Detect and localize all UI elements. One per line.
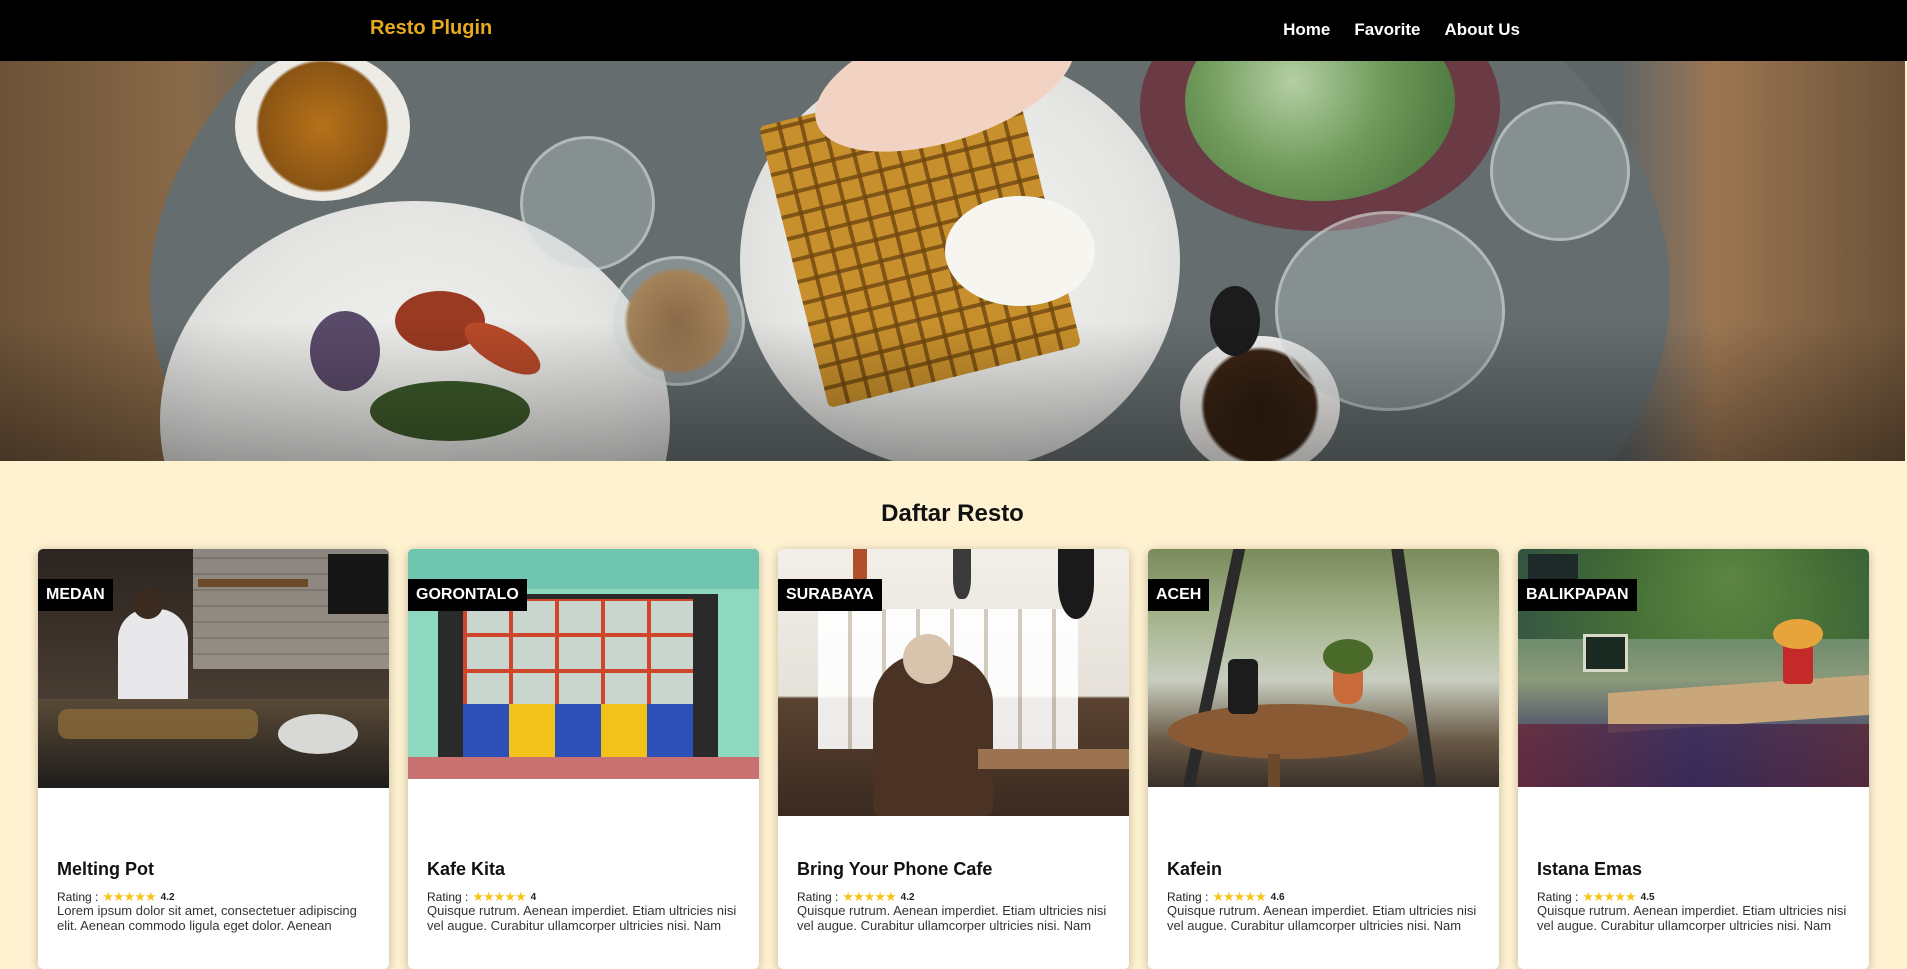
city-badge: BALIKPAPAN [1518, 579, 1637, 611]
restaurant-description: Quisque rutrum. Aenean imperdiet. Etiam … [1167, 903, 1477, 933]
restaurant-description: Quisque rutrum. Aenean imperdiet. Etiam … [1537, 903, 1847, 933]
restaurant-description: Lorem ipsum dolor sit amet, consectetuer… [57, 903, 357, 933]
restaurant-name[interactable]: Kafein [1167, 859, 1222, 880]
restaurant-photo: GORONTALO [408, 549, 759, 779]
rating-value: 4.6 [1270, 891, 1285, 903]
nav-favorite-link[interactable]: Favorite [1354, 20, 1420, 40]
restaurant-card[interactable]: MEDAN Melting Pot Rating : ★★★★★ 4.2 Lor… [38, 549, 389, 969]
main-menu: Home Favorite About Us [1259, 20, 1520, 40]
rating-value: 4.5 [1640, 891, 1655, 903]
top-navbar: Resto Plugin Home Favorite About Us [0, 0, 1907, 61]
rating-label: Rating : [1537, 890, 1579, 904]
nav-home-link[interactable]: Home [1283, 20, 1330, 40]
rating-value: 4 [530, 891, 537, 903]
restaurant-card[interactable]: BALIKPAPAN Istana Emas Rating : ★★★★★ 4.… [1518, 549, 1869, 969]
section-title: Daftar Resto [881, 500, 1024, 527]
restaurant-card[interactable]: GORONTALO Kafe Kita Rating : ★★★★★ 4 Qui… [408, 549, 759, 969]
city-badge: ACEH [1148, 579, 1210, 611]
restaurant-photo: ACEH [1148, 549, 1499, 787]
restaurant-photo: MEDAN [38, 549, 389, 788]
restaurant-photo: BALIKPAPAN [1518, 549, 1869, 787]
restaurant-card[interactable]: ACEH Kafein Rating : ★★★★★ 4.6 Quisque r… [1148, 549, 1499, 969]
city-badge: SURABAYA [778, 579, 882, 611]
restaurant-photo: SURABAYA [778, 549, 1129, 816]
restaurant-name[interactable]: Istana Emas [1537, 859, 1642, 880]
restaurant-name[interactable]: Melting Pot [57, 859, 154, 880]
restaurant-description: Quisque rutrum. Aenean imperdiet. Etiam … [797, 903, 1107, 933]
rating-label: Rating : [797, 890, 839, 904]
nav-about-link[interactable]: About Us [1444, 20, 1520, 40]
rating-label: Rating : [1167, 890, 1209, 904]
restaurant-list: MEDAN Melting Pot Rating : ★★★★★ 4.2 Lor… [38, 549, 1869, 969]
restaurant-name[interactable]: Kafe Kita [427, 859, 505, 880]
rating-value: 4.2 [900, 891, 915, 903]
hero-image [0, 61, 1905, 461]
city-badge: MEDAN [38, 579, 113, 611]
restaurant-description: Quisque rutrum. Aenean imperdiet. Etiam … [427, 903, 737, 933]
restaurant-card[interactable]: SURABAYA Bring Your Phone Cafe Rating : … [778, 549, 1129, 969]
rating-value: 4.2 [160, 891, 175, 903]
city-badge: GORONTALO [408, 579, 527, 611]
rating-label: Rating : [57, 890, 99, 904]
restaurant-name[interactable]: Bring Your Phone Cafe [797, 859, 992, 880]
brand-logo-text[interactable]: Resto Plugin [370, 17, 492, 40]
rating-label: Rating : [427, 890, 469, 904]
